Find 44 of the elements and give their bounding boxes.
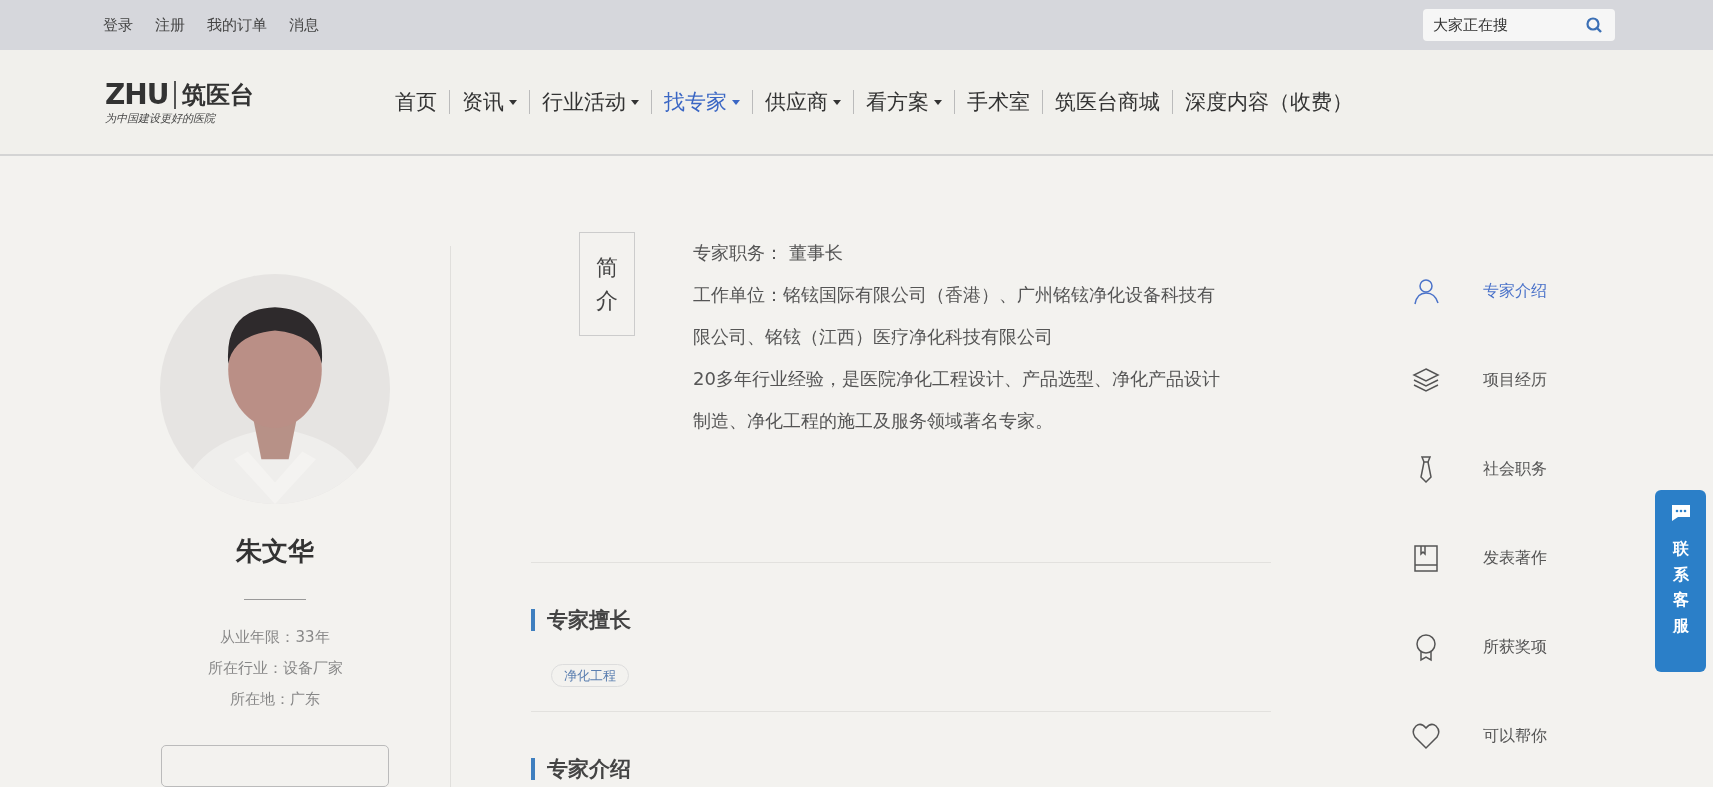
layers-icon xyxy=(1411,365,1441,395)
nav-item[interactable]: 筑医台商城 xyxy=(1043,88,1172,116)
nav-item[interactable]: 供应商 xyxy=(753,88,853,116)
search-field[interactable]: 大家正在搜 xyxy=(1423,9,1615,41)
caret-icon xyxy=(631,99,639,105)
nav-item[interactable]: 找专家 xyxy=(652,88,752,116)
expert-name: 朱文华 xyxy=(236,535,314,569)
logo-mark[interactable]: ZHU xyxy=(105,80,177,109)
caret-icon xyxy=(934,99,942,105)
book-icon xyxy=(1411,543,1441,573)
nav-item[interactable]: 资讯 xyxy=(450,88,529,116)
contact-service-button[interactable]: 联系客服 xyxy=(1655,490,1706,672)
logo-name[interactable]: 筑医台 xyxy=(182,78,255,111)
profile-fact: 从业年限：33年 xyxy=(220,627,330,648)
intro-paragraph: 工作单位：铭铉国际有限公司（香港）、广州铭铉净化设备科技有限公司、铭铉（江西）医疗净化科技有限公司 xyxy=(693,283,1216,349)
side-menu-item[interactable]: 社会职务 xyxy=(1411,452,1547,486)
profile-fact: 所在行业：设备厂家 xyxy=(207,658,343,679)
top-link[interactable]: 我的订单 xyxy=(207,15,267,35)
nav-item[interactable]: 深度内容（收费） xyxy=(1173,88,1365,116)
top-link[interactable]: 注册 xyxy=(155,15,185,35)
caret-icon xyxy=(732,99,740,105)
caret-icon xyxy=(509,99,517,105)
nav-item[interactable]: 行业活动 xyxy=(530,88,651,116)
side-menu-item[interactable]: 专家介绍 xyxy=(1411,274,1547,308)
nav-item[interactable]: 手术室 xyxy=(955,88,1042,116)
chat-icon xyxy=(1670,504,1691,522)
caret-icon xyxy=(833,99,841,105)
intro-paragraph: 专家职务： 董事长 xyxy=(693,241,844,265)
side-menu-item[interactable]: 项目经历 xyxy=(1411,363,1547,397)
section-heading: 专家介绍 xyxy=(531,758,1271,780)
section-heading: 专家擅长 xyxy=(531,609,1271,631)
nav-item[interactable]: 看方案 xyxy=(854,88,954,116)
nav-item[interactable]: 首页 xyxy=(383,88,449,116)
logo-slogan: 为中国建设更好的医院 xyxy=(105,110,217,126)
side-menu-item[interactable]: 所获奖项 xyxy=(1411,630,1547,664)
top-link[interactable]: 登录 xyxy=(103,15,133,35)
profile-fact: 所在地：广东 xyxy=(230,689,320,710)
top-link[interactable]: 消息 xyxy=(289,15,319,35)
person-icon xyxy=(1411,276,1441,306)
intro-paragraph: 20多年行业经验，是医院净化工程设计、产品选型、净化产品设计制造、净化工程的施工及服务领域著名专家。 xyxy=(693,367,1221,433)
heart-icon xyxy=(1411,721,1441,751)
side-menu-item[interactable]: 可以帮你 xyxy=(1411,719,1547,753)
intro-badge: 简介 xyxy=(579,232,635,336)
side-menu-item[interactable]: 发表著作 xyxy=(1411,541,1547,575)
